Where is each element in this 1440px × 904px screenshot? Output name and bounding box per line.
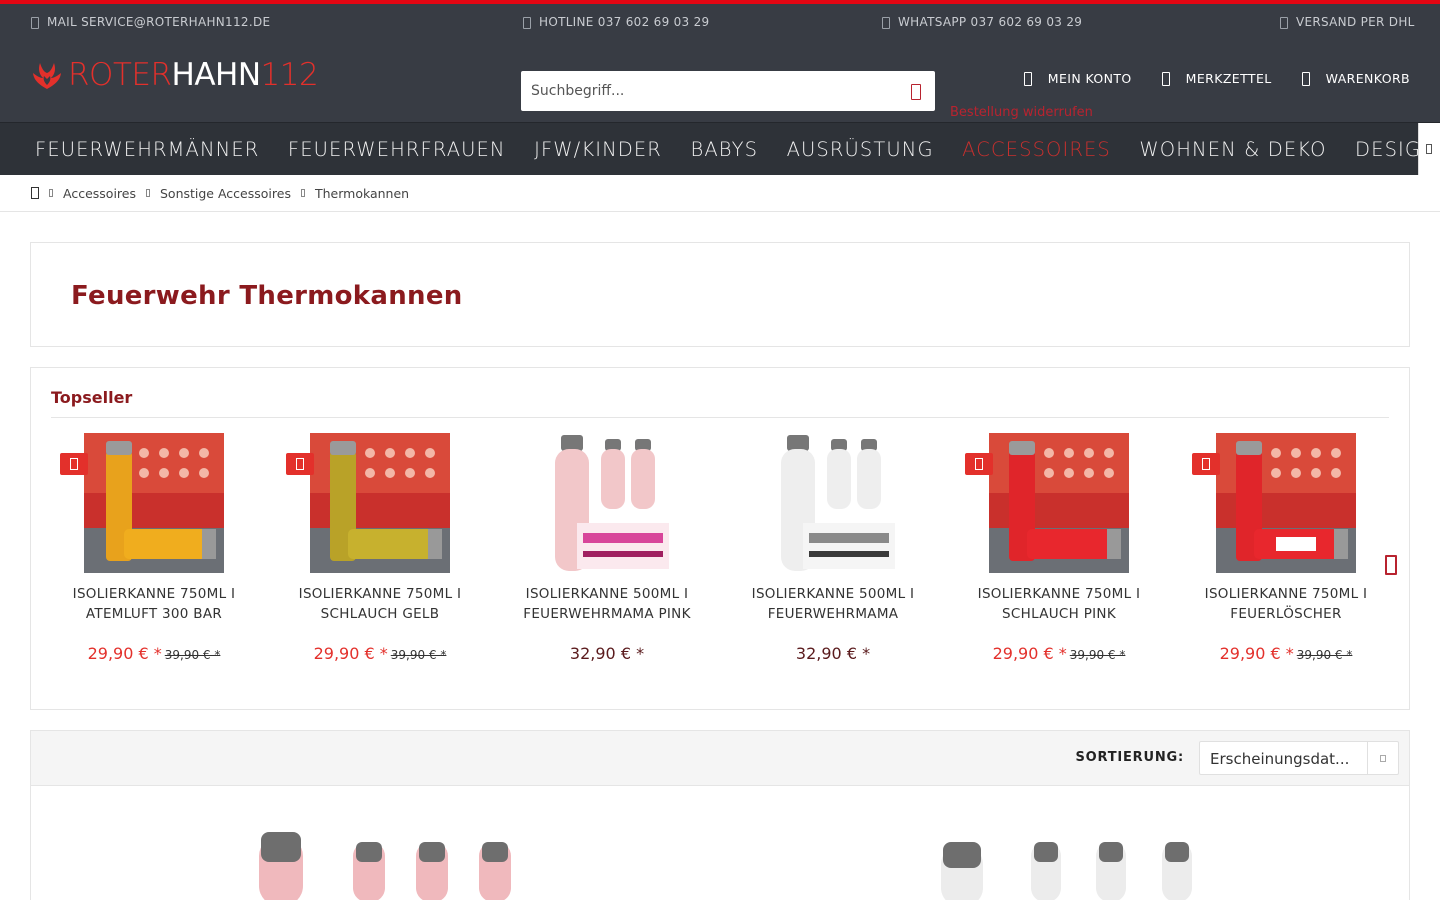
search-icon[interactable] xyxy=(911,84,921,100)
product-old-price: 39,90 € * xyxy=(390,648,447,662)
cart-label: WARENKORB xyxy=(1325,71,1410,86)
divider xyxy=(51,417,1389,418)
site-logo[interactable]: ROTERHAHN112 xyxy=(30,57,319,93)
service-shipping-label: VERSAND PER DHL xyxy=(1296,15,1415,29)
nav-feuerwehrfrauen[interactable]: FEUERWEHRFRAUEN xyxy=(288,138,506,161)
nav-wohnen-deko[interactable]: WOHNEN & DEKO xyxy=(1139,138,1326,161)
site-header: MAIL SERVICE@ROTERHAHN112.DE HOTLINE 037… xyxy=(0,4,1440,122)
cart-icon xyxy=(1301,71,1310,86)
chevron-right-icon xyxy=(49,189,53,197)
breadcrumb-item-current[interactable]: Thermokannen xyxy=(315,186,409,201)
home-icon[interactable] xyxy=(31,187,39,199)
product-name[interactable]: ISOLIERKANNE 750ML I SCHLAUCH GELB xyxy=(267,584,493,624)
breadcrumb-item[interactable]: Accessoires xyxy=(63,186,136,201)
product-image[interactable] xyxy=(763,433,903,573)
phone-icon xyxy=(523,17,531,29)
product-card[interactable]: ISOLIERKANNE 750ML I FEUERLÖSCHER 29,90 €… xyxy=(1163,433,1389,683)
main-navigation: FEUERWEHRMÄNNER FEUERWEHRFRAUEN JFW/KIND… xyxy=(0,122,1440,175)
truck-icon xyxy=(1280,17,1288,29)
chevron-right-icon xyxy=(300,189,305,197)
nav-jfw-kinder[interactable]: JFW/KINDER xyxy=(534,138,662,161)
breadcrumb-item[interactable]: Sonstige Accessoires xyxy=(160,186,291,201)
product-price: 29,90 € * 39,90 € * xyxy=(87,644,221,663)
service-hotline-label: HOTLINE 037 602 69 03 29 xyxy=(539,15,710,29)
page-title: Feuerwehr Thermokannen xyxy=(71,281,463,311)
service-shipping[interactable]: VERSAND PER DHL xyxy=(1280,15,1415,29)
rooster-logo-icon xyxy=(33,62,61,89)
sale-badge xyxy=(286,453,314,475)
revoke-order-link[interactable]: Bestellung widerrufen xyxy=(950,105,1093,120)
product-old-price: 39,90 € * xyxy=(164,648,221,662)
cart-link[interactable]: WARENKORB xyxy=(1301,71,1410,86)
product-card[interactable]: ISOLIERKANNE 750ML I ATEMLUFT 300 BAR 29,… xyxy=(31,433,257,683)
service-hotline[interactable]: HOTLINE 037 602 69 03 29 xyxy=(523,15,709,29)
product-image[interactable] xyxy=(1216,433,1356,573)
product-old-price: 39,90 € * xyxy=(1069,648,1126,662)
account-nav: MEIN KONTO MERKZETTEL WARENKORB xyxy=(1023,71,1410,86)
product-price: 32,90 € * xyxy=(569,644,645,663)
product-name[interactable]: ISOLIERKANNE 500ML I FEUERWEHRMAMA PINK xyxy=(494,584,720,624)
product-image[interactable] xyxy=(537,433,677,573)
sort-select[interactable]: Erscheinungsdat... xyxy=(1199,741,1399,775)
search-input[interactable] xyxy=(521,83,881,99)
product-image[interactable] xyxy=(310,433,450,573)
service-whatsapp[interactable]: WHATSAPP 037 602 69 03 29 xyxy=(882,15,1082,29)
product-name[interactable]: ISOLIERKANNE 750ML I ATEMLUFT 300 BAR xyxy=(41,584,267,624)
product-card[interactable]: ISOLIERKANNE 750ML I SCHLAUCH PINK 29,90 … xyxy=(936,433,1162,683)
product-name[interactable]: ISOLIERKANNE 500ML I FEUERWEHRMAMA xyxy=(720,584,946,624)
nav-scroll-button[interactable] xyxy=(1418,123,1440,175)
category-header: Feuerwehr Thermokannen xyxy=(30,242,1410,347)
search-bar xyxy=(521,71,935,111)
nav-ausruestung[interactable]: AUSRÜSTUNG xyxy=(787,138,934,161)
product-price: 32,90 € * xyxy=(795,644,871,663)
product-card[interactable]: ISOLIERKANNE 500ML I FEUERWEHRMAMA 32,90 … xyxy=(710,433,936,683)
service-whatsapp-label: WHATSAPP 037 602 69 03 29 xyxy=(898,15,1083,29)
topseller-heading: Topseller xyxy=(51,388,133,407)
product-price: 29,90 € * 39,90 € * xyxy=(992,644,1126,663)
wishlist-link[interactable]: MERKZETTEL xyxy=(1161,71,1272,86)
slider-next-arrow-icon[interactable] xyxy=(1385,555,1397,575)
product-name[interactable]: ISOLIERKANNE 750ML I FEUERLÖSCHER xyxy=(1173,584,1399,624)
product-image[interactable] xyxy=(84,433,224,573)
nav-babys[interactable]: BABYS xyxy=(690,138,758,161)
sale-badge xyxy=(60,453,88,475)
sort-label: SORTIERUNG: xyxy=(1075,750,1184,765)
chevron-right-icon xyxy=(1426,144,1432,154)
wishlist-label: MERKZETTEL xyxy=(1185,71,1272,86)
product-name[interactable]: ISOLIERKANNE 750ML I SCHLAUCH PINK xyxy=(946,584,1172,624)
product-price: 29,90 € * 39,90 € * xyxy=(1219,644,1353,663)
product-listing xyxy=(30,786,1410,904)
sale-badge xyxy=(1192,453,1220,475)
listing-product-images[interactable] xyxy=(31,786,1409,904)
sort-bar: SORTIERUNG: Erscheinungsdat... xyxy=(30,730,1410,786)
service-mail[interactable]: MAIL SERVICE@ROTERHAHN112.DE xyxy=(31,15,270,29)
logo-wordmark: ROTERHAHN112 xyxy=(68,57,319,93)
product-old-price: 39,90 € * xyxy=(1296,648,1353,662)
product-card[interactable]: ISOLIERKANNE 500ML I FEUERWEHRMAMA PINK 3… xyxy=(484,433,710,683)
nav-feuerwehrmaenner[interactable]: FEUERWEHRMÄNNER xyxy=(35,138,259,161)
breadcrumb: Accessoires Sonstige Accessoires Thermok… xyxy=(0,175,1440,212)
sort-select-value: Erscheinungsdat... xyxy=(1210,750,1350,768)
product-image[interactable] xyxy=(989,433,1129,573)
service-bar: MAIL SERVICE@ROTERHAHN112.DE HOTLINE 037… xyxy=(0,4,1440,40)
my-account-link[interactable]: MEIN KONTO xyxy=(1023,71,1132,86)
topseller-slider: Topseller ISOLIERKANNE 750ML I ATEMLUFT 3… xyxy=(30,367,1410,710)
whatsapp-icon xyxy=(882,17,890,29)
product-card[interactable]: ISOLIERKANNE 750ML I SCHLAUCH GELB 29,90 … xyxy=(257,433,483,683)
sale-badge xyxy=(965,453,993,475)
chevron-right-icon xyxy=(145,189,150,197)
my-account-label: MEIN KONTO xyxy=(1047,71,1132,86)
nav-accessoires[interactable]: ACCESSOIRES xyxy=(962,138,1111,161)
product-price: 29,90 € * 39,90 € * xyxy=(313,644,447,663)
user-icon xyxy=(1023,71,1032,86)
service-mail-label: MAIL SERVICE@ROTERHAHN112.DE xyxy=(47,15,271,29)
heart-icon xyxy=(1161,71,1170,86)
chevron-down-icon xyxy=(1367,742,1398,774)
mail-icon xyxy=(31,17,39,29)
